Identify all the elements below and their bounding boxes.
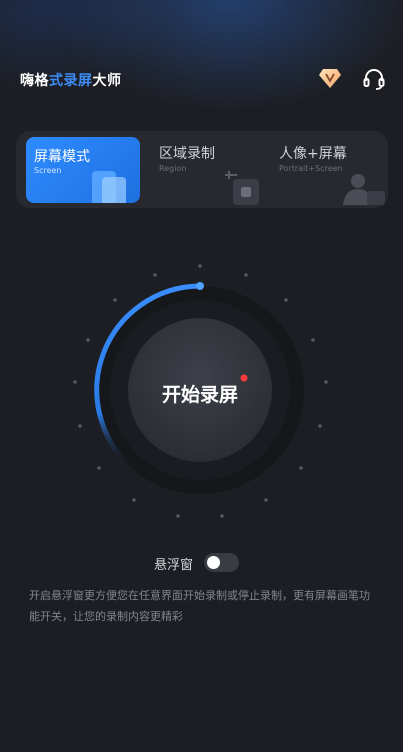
start-record-label[interactable]: 开始录屏 [60, 380, 340, 407]
tab-sublabel: Portrait+Screen [279, 164, 343, 173]
tab-sublabel: Region [159, 164, 187, 173]
background-glow [0, 0, 403, 260]
float-window-toggle[interactable] [204, 553, 239, 572]
toggle-knob [207, 556, 220, 569]
float-window-label: 悬浮窗 [154, 558, 194, 573]
float-window-row: 悬浮窗 [0, 552, 403, 576]
tab-label: 人像+屏幕 [279, 146, 347, 162]
phone-icon [92, 171, 126, 203]
region-select-icon [225, 171, 259, 205]
float-window-description: 开启悬浮窗更方便您在任意界面开始录制或停止录制，更有屏幕画笔功能开关，让您的录制… [29, 589, 370, 623]
tab-portrait-screen[interactable]: 人像+屏幕 Portrait+Screen [271, 131, 389, 208]
tab-label: 屏幕模式 [34, 149, 90, 165]
app-title: 嗨格式录屏大师 [20, 73, 122, 89]
progress-handle [196, 282, 204, 290]
tab-label: 区域录制 [159, 146, 215, 162]
tab-screen-mode[interactable]: 屏幕模式 Screen [26, 137, 140, 203]
diamond-icon[interactable] [318, 67, 342, 89]
tab-sublabel: Screen [34, 166, 62, 175]
record-dial: 开始录屏 [60, 250, 340, 530]
portrait-icon [343, 174, 385, 205]
header: 嗨格式录屏大师 [0, 58, 403, 98]
tab-region-record[interactable]: 区域录制 Region [151, 131, 269, 208]
headset-icon[interactable] [362, 67, 386, 91]
mode-tab-bar: 屏幕模式 Screen 区域录制 Region 人像+屏幕 Portrait+S… [16, 131, 388, 208]
